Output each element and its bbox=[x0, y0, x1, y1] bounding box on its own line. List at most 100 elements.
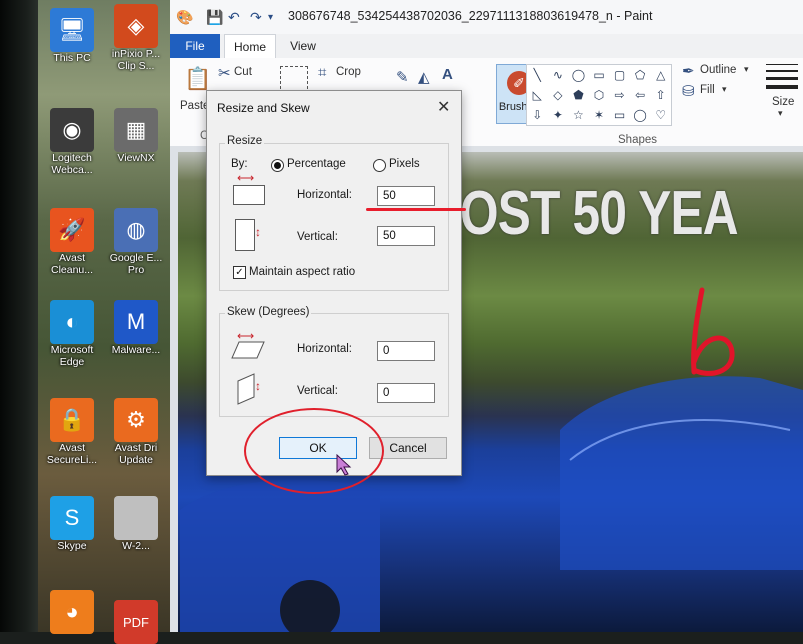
pentagon-shape-icon[interactable]: ⬟ bbox=[568, 85, 589, 105]
desktop-icon-label: Clip S... bbox=[117, 60, 155, 72]
triangle-shape-icon[interactable]: △ bbox=[650, 65, 671, 85]
desktop-icon[interactable]: ◕ bbox=[40, 590, 104, 634]
horizontal-arrow-icon: ⟷ bbox=[237, 171, 255, 185]
down-arrow-shape-icon[interactable]: ⇩ bbox=[527, 105, 548, 125]
star4-shape-icon[interactable]: ✦ bbox=[548, 105, 569, 125]
handwritten-b-mark bbox=[691, 287, 735, 376]
oval-shape-icon[interactable]: ◯ bbox=[568, 65, 589, 85]
text-tool-icon[interactable]: A bbox=[442, 66, 453, 83]
skew-group-title: Skew (Degrees) bbox=[225, 306, 312, 318]
polygon-shape-icon[interactable]: ⬠ bbox=[630, 65, 651, 85]
skew-vertical-arrow-icon: ↕ bbox=[255, 379, 261, 393]
desktop-icon-label: Avast bbox=[58, 252, 86, 264]
desktop-icon[interactable]: ⚙ Avast Dri Update bbox=[104, 398, 168, 466]
tab-file[interactable]: File bbox=[170, 34, 220, 58]
shapes-gallery[interactable]: ╲ ∿ ◯ ▭ ▢ ⬠ △ ◺ ◇ ⬟ ⬡ ⇨ ⇦ ⇧ ⇩ ✦ ☆ ✶ ▭ ◯ ♡ bbox=[526, 64, 672, 126]
skew-horizontal-input[interactable] bbox=[377, 341, 435, 361]
callout-rect-shape-icon[interactable]: ▭ bbox=[609, 105, 630, 125]
pixels-label[interactable]: Pixels bbox=[389, 158, 420, 170]
pencil-icon[interactable]: ✎ bbox=[396, 68, 409, 86]
desktop-icon-label: Pro bbox=[127, 264, 145, 276]
tab-home[interactable]: Home bbox=[224, 34, 276, 59]
desktop-app-icon: ◈ bbox=[114, 4, 158, 48]
line-shape-icon[interactable]: ╲ bbox=[527, 65, 548, 85]
outline-chevron-icon[interactable]: ▾ bbox=[744, 64, 749, 75]
heart-shape-icon[interactable]: ♡ bbox=[650, 105, 671, 125]
undo-icon[interactable]: ↶ bbox=[228, 9, 240, 26]
cut-button[interactable]: Cut bbox=[234, 66, 252, 78]
desktop-icon[interactable]: W-2... bbox=[104, 496, 168, 552]
horizontal-input[interactable] bbox=[377, 186, 435, 206]
tab-view[interactable]: View bbox=[280, 34, 326, 58]
desktop: 🖥 This PC ◈ inPixio P... Clip S... ◉ Logitech W… bbox=[38, 0, 170, 644]
right-triangle-shape-icon[interactable]: ◺ bbox=[527, 85, 548, 105]
redo-icon[interactable]: ↷ bbox=[250, 9, 262, 26]
rectangle-shape-icon[interactable]: ▭ bbox=[589, 65, 610, 85]
desktop-icon-label: Edge bbox=[59, 356, 85, 368]
star6-shape-icon[interactable]: ✶ bbox=[589, 105, 610, 125]
save-icon[interactable]: 💾 bbox=[206, 9, 223, 26]
percentage-label[interactable]: Percentage bbox=[287, 158, 346, 170]
desktop-app-icon: ◍ bbox=[114, 208, 158, 252]
desktop-app-icon: ▦ bbox=[114, 108, 158, 152]
resize-group-title: Resize bbox=[225, 135, 265, 147]
outline-dropdown[interactable]: Outline bbox=[700, 64, 736, 76]
desktop-icon[interactable]: ◈ inPixio P... Clip S... bbox=[104, 4, 168, 72]
desktop-icon-label: ViewNX bbox=[117, 152, 155, 164]
desktop-icon[interactable]: 🖥 This PC bbox=[40, 8, 104, 64]
ribbon-tabs: File Home View bbox=[170, 34, 803, 59]
desktop-app-icon: ◐ bbox=[50, 300, 94, 344]
car-silhouette bbox=[560, 376, 803, 570]
size-chevron-icon[interactable]: ▾ bbox=[778, 108, 783, 119]
star5-shape-icon[interactable]: ☆ bbox=[568, 105, 589, 125]
desktop-icon[interactable]: S Skype bbox=[40, 496, 104, 552]
size-button[interactable]: Size bbox=[772, 96, 794, 108]
fill-bucket-icon[interactable]: ◭ bbox=[418, 68, 430, 86]
skew-vertical-input[interactable] bbox=[377, 383, 435, 403]
desktop-icon[interactable]: M Malware... bbox=[104, 300, 168, 356]
by-label: By: bbox=[231, 158, 248, 170]
close-icon[interactable]: ✕ bbox=[437, 97, 450, 117]
desktop-icon[interactable]: 🚀 Avast Cleanu... bbox=[40, 208, 104, 276]
left-arrow-shape-icon[interactable]: ⇦ bbox=[630, 85, 651, 105]
hexagon-shape-icon[interactable]: ⬡ bbox=[589, 85, 610, 105]
callout-oval-shape-icon[interactable]: ◯ bbox=[630, 105, 651, 125]
size-lines-icon[interactable] bbox=[766, 62, 798, 90]
desktop-icon[interactable]: ◍ Google E... Pro bbox=[104, 208, 168, 276]
dialog-title: Resize and Skew bbox=[217, 101, 310, 115]
desktop-icon-label: Avast bbox=[58, 442, 86, 454]
image-headline-text: OST 50 YEA bbox=[460, 179, 739, 248]
skew-vertical-label: Vertical: bbox=[297, 385, 338, 397]
desktop-app-icon bbox=[114, 496, 158, 540]
fill-chevron-icon[interactable]: ▾ bbox=[722, 84, 727, 95]
red-circle-annotation bbox=[244, 408, 384, 494]
desktop-icon[interactable]: ◐ Microsoft Edge bbox=[40, 300, 104, 368]
right-arrow-shape-icon[interactable]: ⇨ bbox=[609, 85, 630, 105]
desktop-icon[interactable]: PDF bbox=[104, 600, 168, 644]
crop-button[interactable]: Crop bbox=[336, 66, 361, 78]
quick-access-chevron-icon[interactable]: ▾ bbox=[268, 12, 273, 23]
fill-dropdown[interactable]: Fill bbox=[700, 84, 715, 96]
diamond-shape-icon[interactable]: ◇ bbox=[548, 85, 569, 105]
desktop-icon[interactable]: 🔒 Avast SecureLi... bbox=[40, 398, 104, 466]
paint-app-icon: 🎨 bbox=[176, 9, 194, 25]
clipboard-icon[interactable]: 📋 bbox=[184, 66, 211, 92]
percentage-radio[interactable] bbox=[271, 159, 284, 172]
pixels-radio[interactable] bbox=[373, 159, 386, 172]
up-arrow-shape-icon[interactable]: ⇧ bbox=[650, 85, 671, 105]
maintain-aspect-label[interactable]: Maintain aspect ratio bbox=[249, 266, 355, 278]
desktop-icon[interactable]: ◉ Logitech Webca... bbox=[40, 108, 104, 176]
desktop-app-icon: S bbox=[50, 496, 94, 540]
mouse-cursor-icon bbox=[336, 454, 352, 476]
rounded-rect-shape-icon[interactable]: ▢ bbox=[609, 65, 630, 85]
car-front bbox=[180, 479, 380, 632]
paste-button[interactable]: Paste bbox=[180, 100, 209, 112]
red-underline-annotation bbox=[366, 208, 466, 211]
vertical-input[interactable] bbox=[377, 226, 435, 246]
shapes-group-label: Shapes bbox=[618, 134, 658, 146]
curve-shape-icon[interactable]: ∿ bbox=[548, 65, 569, 85]
maintain-aspect-checkbox[interactable]: ✓ bbox=[233, 266, 246, 279]
desktop-icon-label: Webca... bbox=[51, 164, 93, 176]
resize-horizontal-icon bbox=[233, 185, 265, 205]
desktop-icon[interactable]: ▦ ViewNX bbox=[104, 108, 168, 164]
